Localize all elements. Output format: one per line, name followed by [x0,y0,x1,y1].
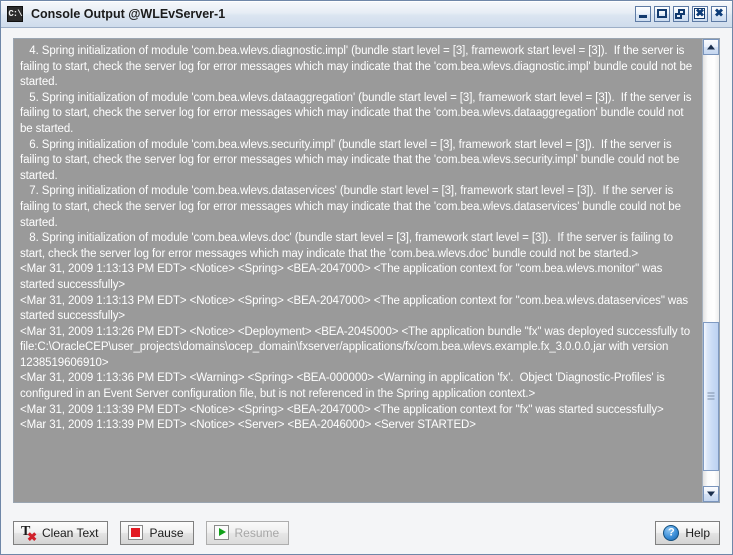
console-line: 6. Spring initialization of module 'com.… [20,138,683,182]
console-output-window: C:\ Console Output @WLEvServer-1 ✖ ✖ 4. … [0,0,733,555]
pause-label: Pause [149,525,184,540]
console-line: 8. Spring initialization of module 'com.… [20,232,677,260]
window-footer: T ✖ Clean Text Pause Resume ? Help [1,511,732,554]
clean-text-button[interactable]: T ✖ Clean Text [13,520,109,545]
scroll-down-button[interactable] [703,486,719,502]
minimize-icon [639,15,647,18]
console-log-text[interactable]: 4. Spring initialization of module 'com.… [14,39,702,502]
help-icon: ? [663,524,680,541]
console-line: <Mar 31, 2009 1:13:26 PM EDT> <Notice> <… [20,325,694,369]
clean-text-label: Clean Text [42,525,99,540]
console-line: 7. Spring initialization of module 'com.… [20,185,684,229]
resume-label: Resume [234,525,280,540]
scrollbar-thumb[interactable] [703,322,719,471]
pause-button[interactable]: Pause [120,520,194,545]
restore-button[interactable] [673,6,689,22]
close-icon: ✖ [714,7,724,20]
minimize-button[interactable] [635,6,651,22]
window-body: 4. Spring initialization of module 'com.… [1,28,732,511]
close-button[interactable]: ✖ [711,6,727,22]
console-line: <Mar 31, 2009 1:13:39 PM EDT> <Notice> <… [20,419,476,432]
resume-icon [213,525,229,540]
maximize-icon [657,9,667,18]
console-line: 4. Spring initialization of module 'com.… [20,45,696,89]
console-line: <Mar 31, 2009 1:13:36 PM EDT> <Warning> … [20,372,668,401]
console-line: 5. Spring initialization of module 'com.… [20,91,695,135]
chevron-down-icon [707,491,715,497]
console-line: <Mar 31, 2009 1:13:13 PM EDT> <Notice> <… [20,263,666,291]
pause-icon [128,525,144,540]
console-line: <Mar 31, 2009 1:13:13 PM EDT> <Notice> <… [20,294,692,323]
close-view-button[interactable]: ✖ [692,6,708,22]
restore-icon-back [675,13,682,19]
scroll-up-button[interactable] [703,39,719,55]
help-label: Help [685,525,710,540]
console-vertical-scrollbar[interactable] [702,39,719,502]
scrollbar-grip-icon [707,392,715,402]
chevron-up-icon [707,44,715,50]
help-button[interactable]: ? Help [655,520,720,545]
console-line: <Mar 31, 2009 1:13:39 PM EDT> <Notice> <… [20,403,664,416]
resume-button: Resume [205,520,290,545]
close-view-x-icon: ✖ [695,7,705,20]
window-controls: ✖ ✖ [635,6,727,22]
scrollbar-track[interactable] [703,55,719,486]
console-icon: C:\ [7,6,23,22]
clean-text-icon: T ✖ [21,524,37,544]
window-titlebar: C:\ Console Output @WLEvServer-1 ✖ ✖ [1,1,732,28]
maximize-button[interactable] [654,6,670,22]
window-title: Console Output @WLEvServer-1 [31,7,226,21]
console-output-panel: 4. Spring initialization of module 'com.… [13,38,720,503]
